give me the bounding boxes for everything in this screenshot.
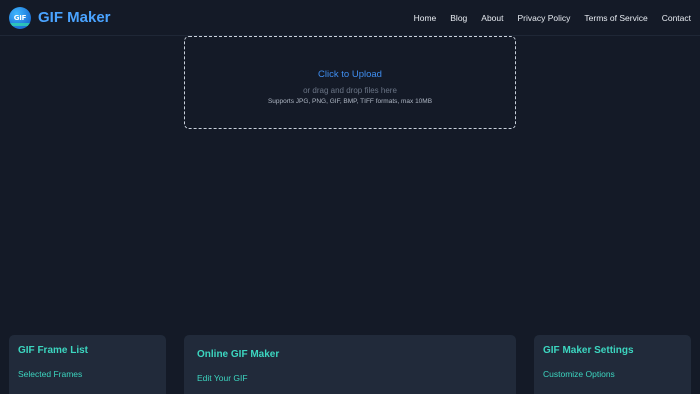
nav-link-about[interactable]: About [481,13,503,23]
upload-subtitle: or drag and drop files here [303,85,397,95]
frame-list-title: GIF Frame List [18,345,89,356]
editor-title: Online GIF Maker [197,349,280,360]
nav-link-home[interactable]: Home [414,13,437,23]
nav-link-contact[interactable]: Contact [662,13,691,23]
upload-title[interactable]: Click to Upload [318,69,382,80]
logo-band [9,22,31,26]
editor-panel: Online GIF Maker Edit Your GIF [184,335,516,394]
nav-link-blog[interactable]: Blog [450,13,467,23]
nav-links: Home Blog About Privacy Policy Terms of … [414,13,691,23]
edit-gif-label: Edit Your GIF [197,373,248,383]
logo-text: GIF [13,13,27,22]
upload-formats: Supports JPG, PNG, GIF, BMP, TIFF format… [267,97,433,105]
frame-list-panel: GIF Frame List Selected Frames [9,335,166,394]
upload-dropzone[interactable]: Click to Upload or drag and drop files h… [184,36,516,129]
settings-title: GIF Maker Settings [543,345,634,356]
gif-logo-icon: GIF [9,6,31,29]
nav-link-privacy-policy[interactable]: Privacy Policy [518,13,571,23]
customize-options-label: Customize Options [543,369,615,379]
nav-link-terms-of-service[interactable]: Terms of Service [584,13,647,23]
brand-name: GIF Maker [38,9,111,26]
selected-frames-label: Selected Frames [18,369,83,379]
settings-panel: GIF Maker Settings Customize Options [534,335,691,394]
brand[interactable]: GIF GIF Maker [9,6,111,29]
navbar: GIF GIF Maker Home Blog About Privacy Po… [0,0,700,36]
